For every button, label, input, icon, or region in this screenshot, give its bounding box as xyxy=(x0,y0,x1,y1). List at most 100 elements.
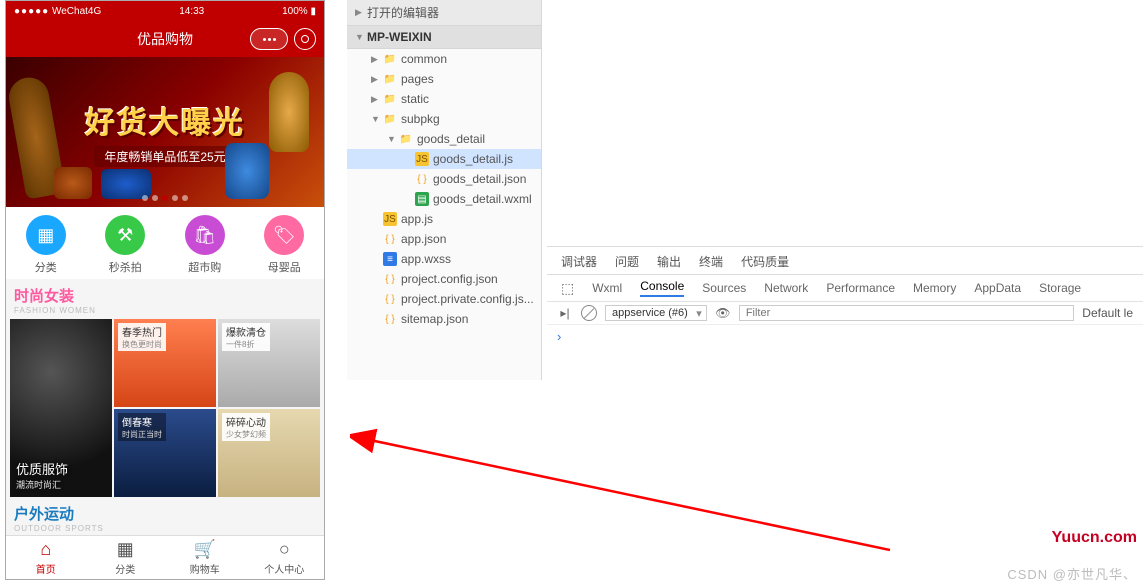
file-row-static[interactable]: ▶ 📁 static xyxy=(347,89,541,109)
tab-storage[interactable]: Storage xyxy=(1039,281,1081,295)
watermark-csdn: CSDN @亦世凡华、 xyxy=(1007,564,1137,583)
wxss-icon: ≡ xyxy=(383,252,397,266)
product-card[interactable]: 爆款清仓一件8折 xyxy=(218,319,320,407)
tab-code-quality[interactable]: 代码质量 xyxy=(741,253,789,270)
file-row-goods-detail[interactable]: ▼ 📁 goods_detail xyxy=(347,129,541,149)
section-subtitle: FASHION WOMEN xyxy=(6,306,324,319)
bag-icon: 🛍 xyxy=(185,215,225,255)
filter-input[interactable] xyxy=(739,305,1074,321)
card-label: 春季热门换色更时尚 xyxy=(118,323,166,351)
tab-memory[interactable]: Memory xyxy=(913,281,956,295)
status-time: 14:33 xyxy=(179,6,204,17)
devtools-panel: 调试器 问题 输出 终端 代码质量 ⬚ Wxml Console Sources… xyxy=(547,246,1143,336)
card-label: 优质服饰潮流时尚汇 xyxy=(16,459,68,491)
json-icon: { } xyxy=(383,292,397,306)
project-header[interactable]: ▼MP-WEIXIN xyxy=(347,26,541,49)
file-label: goods_detail.wxml xyxy=(433,192,532,206)
file-row-app-js[interactable]: JSapp.js xyxy=(347,209,541,229)
tab-sources[interactable]: Sources xyxy=(702,281,746,295)
console-body[interactable]: › xyxy=(547,325,1143,348)
wxml-icon: ▤ xyxy=(415,192,429,206)
carousel-dots xyxy=(142,195,188,201)
file-row-project-private-config-js-[interactable]: { }project.private.config.js... xyxy=(347,289,541,309)
folder-icon: 📁 xyxy=(383,92,397,106)
file-label: goods_detail xyxy=(417,132,485,146)
console-toolbar: ▸| appservice (#6) ▾ 👁 Default le xyxy=(547,302,1143,325)
folder-icon: 📁 xyxy=(383,112,397,126)
page-title: 优品购物 xyxy=(137,29,193,49)
nav-category[interactable]: ▦分类 xyxy=(6,215,86,275)
file-row-app-json[interactable]: { }app.json xyxy=(347,229,541,249)
category-icon: ▦ xyxy=(117,539,134,560)
file-row-goods-detail-wxml[interactable]: ▤ goods_detail.wxml xyxy=(347,189,541,209)
file-label: common xyxy=(401,52,447,66)
folder-gray-icon: 📁 xyxy=(399,132,413,146)
tab-terminal[interactable]: 终端 xyxy=(699,253,723,270)
tab-performance[interactable]: Performance xyxy=(826,281,895,295)
clear-console-icon[interactable] xyxy=(581,305,597,321)
file-row-goods-detail-json[interactable]: { }goods_detail.json xyxy=(347,169,541,189)
folder-gray-icon: 📁 xyxy=(383,52,397,66)
product-card[interactable]: 倒春寒时尚正当时 xyxy=(114,409,216,497)
file-row-subpkg[interactable]: ▼📁subpkg xyxy=(347,109,541,129)
caret-icon: ▼ xyxy=(371,114,379,124)
eye-icon[interactable]: 👁 xyxy=(715,305,731,321)
nav-flash-sale[interactable]: ⚒秒杀拍 xyxy=(86,215,166,275)
caret-icon: ▼ xyxy=(387,134,395,144)
open-editors-header[interactable]: ▶打开的编辑器 xyxy=(347,0,541,26)
tab-cart[interactable]: 🛒购物车 xyxy=(165,536,245,579)
capsule-menu-button[interactable] xyxy=(250,28,288,50)
watermark-site: Yuucn.com xyxy=(1052,529,1137,547)
file-label: goods_detail.json xyxy=(433,172,526,186)
file-label: app.wxss xyxy=(401,252,451,266)
tab-problems[interactable]: 问题 xyxy=(615,253,639,270)
product-bottle-icon xyxy=(269,72,309,152)
phone-simulator: ●●●●● WeChat4G 14:33 100% ▮ 优品购物 好货大曝光 年… xyxy=(5,0,325,580)
product-card[interactable]: 碎碎心动少女梦幻频 xyxy=(218,409,320,497)
file-row-goods-detail-js[interactable]: JS goods_detail.js xyxy=(347,149,541,169)
tab-network[interactable]: Network xyxy=(764,281,808,295)
banner-subtitle: 年度畅销单品低至25元 xyxy=(94,146,235,167)
product-jar-icon xyxy=(54,167,92,199)
js-icon: JS xyxy=(415,152,429,166)
capsule-close-button[interactable] xyxy=(294,28,316,50)
status-left: ●●●●● WeChat4G xyxy=(14,6,101,17)
caret-icon: ▶ xyxy=(371,94,379,105)
tab-console[interactable]: Console xyxy=(640,279,684,297)
context-selector[interactable]: appservice (#6) ▾ xyxy=(605,305,707,321)
devtools-top-tabs: 调试器 问题 输出 终端 代码质量 xyxy=(547,247,1143,275)
json-icon: { } xyxy=(383,272,397,286)
hero-banner[interactable]: 好货大曝光 年度畅销单品低至25元 xyxy=(6,57,324,207)
tab-home[interactable]: ⌂首页 xyxy=(6,536,86,579)
file-label: project.config.json xyxy=(401,272,498,286)
file-row-project-config-json[interactable]: { } project.config.json xyxy=(347,269,541,289)
console-prompt-icon: › xyxy=(557,329,561,344)
js-icon: JS xyxy=(383,212,397,226)
tabbar: ⌂首页 ▦分类 🛒购物车 ○个人中心 xyxy=(6,535,324,579)
tab-appdata[interactable]: AppData xyxy=(974,281,1021,295)
file-row-pages[interactable]: ▶📁pages xyxy=(347,69,541,89)
hammer-icon: ⚒ xyxy=(105,215,145,255)
file-row-common[interactable]: ▶📁common xyxy=(347,49,541,69)
phone-statusbar: ●●●●● WeChat4G 14:33 100% ▮ xyxy=(6,1,324,21)
file-label: goods_detail.js xyxy=(433,152,513,166)
log-level-selector[interactable]: Default le xyxy=(1082,306,1133,320)
file-tree: ▶📁common▶📁pages▶📁static▼📁subpkg▼📁goods_d… xyxy=(347,49,541,329)
inspect-icon[interactable]: ⬚ xyxy=(561,280,574,297)
card-label: 爆款清仓一件8折 xyxy=(222,323,270,351)
nav-supermarket[interactable]: 🛍超市购 xyxy=(165,215,245,275)
tab-profile[interactable]: ○个人中心 xyxy=(245,536,325,579)
nav-baby[interactable]: 🏷母婴品 xyxy=(245,215,325,275)
tab-output[interactable]: 输出 xyxy=(657,253,681,270)
product-card-big[interactable]: 优质服饰潮流时尚汇 xyxy=(10,319,112,497)
chevron-down-icon: ▾ xyxy=(696,307,702,320)
tab-category[interactable]: ▦分类 xyxy=(86,536,166,579)
tab-wxml[interactable]: Wxml xyxy=(592,281,622,295)
tab-debugger[interactable]: 调试器 xyxy=(561,253,597,270)
file-label: static xyxy=(401,92,429,106)
product-card[interactable]: 春季热门换色更时尚 xyxy=(114,319,216,407)
file-row-app-wxss[interactable]: ≡ app.wxss xyxy=(347,249,541,269)
sidebar-toggle-icon[interactable]: ▸| xyxy=(557,305,573,321)
file-label: app.json xyxy=(401,232,446,246)
file-row-sitemap-json[interactable]: { }sitemap.json xyxy=(347,309,541,329)
